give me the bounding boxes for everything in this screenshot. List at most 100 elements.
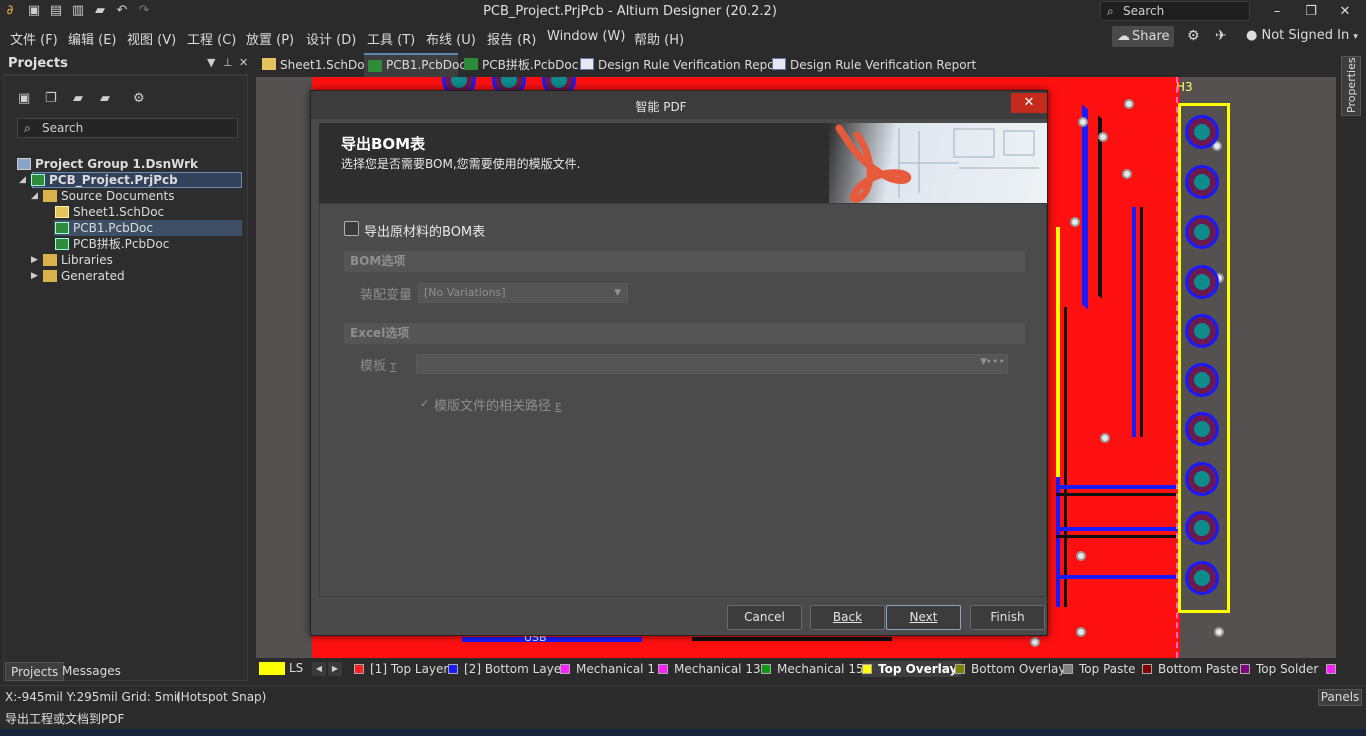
copy-document-icon[interactable]: ❐ [45, 91, 61, 106]
panel-close-icon[interactable]: ✕ [239, 56, 248, 69]
pcb-via [1122, 169, 1132, 179]
open-project-folder-icon[interactable]: ▰ [73, 91, 89, 106]
notifications-off-icon[interactable]: ✈ [1215, 28, 1227, 44]
pcb-via [1124, 99, 1134, 109]
tab-projects-panel[interactable]: Projects [5, 662, 65, 681]
panels-button[interactable]: Panels [1318, 689, 1362, 706]
finish-button[interactable]: Finish [970, 605, 1045, 630]
back-button[interactable]: Back [810, 605, 885, 630]
expand-toggle-icon[interactable]: ▶ [31, 268, 41, 284]
cancel-button[interactable]: Cancel [727, 605, 802, 630]
save-project-icon[interactable]: ▣ [18, 91, 34, 106]
gear-icon[interactable]: ⚙ [1187, 28, 1200, 44]
layer-set-label[interactable]: LS [289, 661, 303, 675]
pcb-via [1214, 627, 1224, 637]
menu-tools[interactable]: 工具 (T) [367, 29, 415, 48]
layer-tab-mechanical-1[interactable]: Mechanical 1 [560, 661, 655, 677]
tab-label: PCB拼板.PcbDoc [482, 58, 579, 72]
layer-tab-top-overlay[interactable]: Top Overlay [862, 661, 962, 677]
cursor-coordinates: X:-945mil Y:295mil Grid: 5mil [5, 690, 181, 704]
minimize-button[interactable]: – [1262, 2, 1292, 22]
tree-item-pcb-project[interactable]: ◢ PCB_Project.PrjPcb [19, 172, 244, 188]
pcb-trace [1056, 493, 1180, 496]
tab-pcb-panel-pcbdoc[interactable]: PCB拼板.PcbDoc [460, 53, 578, 77]
expand-toggle-icon[interactable]: ◢ [31, 188, 41, 204]
menu-route[interactable]: 布线 (U) [426, 29, 476, 48]
layer-label: Bottom Paste [1158, 662, 1239, 676]
search-icon: ⌕ [1107, 4, 1114, 18]
menu-design[interactable]: 设计 (D) [306, 29, 356, 48]
account-menu[interactable]: ● Not Signed In ▾ [1246, 28, 1358, 43]
properties-panel-tab[interactable]: Properties [1341, 56, 1361, 116]
panel-menu-icon[interactable]: ▼ [207, 56, 215, 69]
restore-button[interactable]: ❐ [1296, 2, 1326, 22]
layer-tab-top-solder[interactable]: Top Solder [1240, 661, 1318, 677]
dialog-close-button[interactable]: ✕ [1011, 93, 1047, 113]
dialog-body: 导出原材料的BOM表 BOM选项 装配变量 [No Variations] ▼ … [319, 203, 1047, 597]
tab-sheet1-schdoc[interactable]: Sheet1.SchDoc [258, 53, 371, 77]
menu-place[interactable]: 放置 (P) [246, 29, 294, 48]
tree-item-sheet1[interactable]: Sheet1.SchDoc [53, 204, 242, 220]
layer-tab-top-layer[interactable]: [1] Top Layer [354, 661, 448, 677]
pcb-trace [1056, 535, 1180, 538]
layer-tab-bottom-overlay[interactable]: Bottom Overlay [955, 661, 1065, 677]
share-label: Share [1132, 29, 1170, 44]
tab-pcb1-pcbdoc[interactable]: PCB1.PcbDoc [364, 53, 466, 77]
share-button[interactable]: ☁ Share [1112, 26, 1174, 47]
board-edge [1176, 77, 1178, 658]
layer-color-swatch [658, 664, 668, 674]
menu-window[interactable]: Window (W) [547, 29, 625, 44]
tab-messages-panel[interactable]: Messages [57, 662, 126, 681]
tree-item-pcb-panel[interactable]: PCB拼板.PcbDoc [53, 236, 242, 252]
tree-item-project-group[interactable]: Project Group 1.DsnWrk [17, 156, 242, 172]
export-bom-checkbox[interactable] [344, 221, 359, 236]
browse-ellipsis-icon[interactable]: ••• [986, 355, 1005, 368]
pin-icon[interactable]: ⊥ [223, 56, 233, 69]
expand-toggle-icon[interactable]: ▶ [31, 252, 41, 268]
layer-tab-mechanical-15[interactable]: Mechanical 15 [761, 661, 864, 677]
projects-search-input[interactable]: ⌕ Search [17, 118, 238, 138]
menu-reports[interactable]: 报告 (R) [487, 29, 536, 48]
menu-file[interactable]: 文件 (F) [10, 29, 58, 48]
expand-toggle-icon[interactable]: ◢ [19, 172, 29, 188]
connector-pad [1185, 462, 1219, 496]
export-bom-label[interactable]: 导出原材料的BOM表 [364, 221, 485, 240]
pcb-trace [1082, 104, 1088, 310]
project-options-gear-icon[interactable]: ⚙ [133, 91, 149, 106]
next-button[interactable]: Next [886, 605, 961, 630]
template-file-combobox[interactable]: ▼ ••• [416, 354, 1008, 374]
relative-path-label[interactable]: 模版文件的相关路径 E [434, 395, 561, 414]
layer-tab-bottom-layer[interactable]: [2] Bottom Layer [448, 661, 566, 677]
layer-tab-bottom-paste[interactable]: Bottom Paste [1142, 661, 1238, 677]
tab-drc-report-1[interactable]: Design Rule Verification Report [576, 53, 784, 77]
tree-item-libraries[interactable]: ▶ Libraries [31, 252, 242, 268]
tree-item-label: PCB_Project.PrjPcb [49, 173, 178, 187]
layer-scroll-left-icon[interactable]: ◀ [312, 662, 326, 676]
signin-label: Not Signed In [1261, 28, 1350, 43]
tab-drc-report-2[interactable]: Design Rule Verification Report [768, 53, 976, 77]
layer-tab-mechanical-13[interactable]: Mechanical 13 [658, 661, 761, 677]
menu-project[interactable]: 工程 (C) [187, 29, 236, 48]
pcb-trace [1056, 527, 1180, 531]
current-layer-color-chip[interactable] [259, 662, 285, 675]
pcb-via [1100, 433, 1110, 443]
tree-item-generated[interactable]: ▶ Generated [31, 268, 242, 284]
layer-scroll-right-icon[interactable]: ▶ [328, 662, 342, 676]
menu-help[interactable]: 帮助 (H) [634, 29, 684, 48]
menu-view[interactable]: 视图 (V) [127, 29, 176, 48]
tree-item-pcb1[interactable]: PCB1.PcbDoc [53, 220, 242, 236]
tab-label: Design Rule Verification Report [790, 58, 977, 72]
dialog-title-bar[interactable]: 智能 PDF ✕ [311, 91, 1047, 119]
layer-color-swatch[interactable] [1326, 664, 1336, 674]
relative-path-checkbox[interactable]: ✓ [420, 397, 429, 410]
layer-label: Top Overlay [878, 662, 958, 676]
layer-tab-top-paste[interactable]: Top Paste [1063, 661, 1135, 677]
connector-pad [1185, 265, 1219, 299]
global-search-input[interactable]: ⌕ Search [1100, 1, 1250, 21]
pcb-doc-icon [368, 60, 382, 72]
add-folder-icon[interactable]: ▰ [100, 91, 116, 106]
window-close-button[interactable]: ✕ [1330, 2, 1360, 22]
variant-select[interactable]: [No Variations] ▼ [418, 283, 628, 303]
menu-edit[interactable]: 编辑 (E) [68, 29, 117, 48]
tree-item-source-documents[interactable]: ◢ Source Documents [31, 188, 242, 204]
